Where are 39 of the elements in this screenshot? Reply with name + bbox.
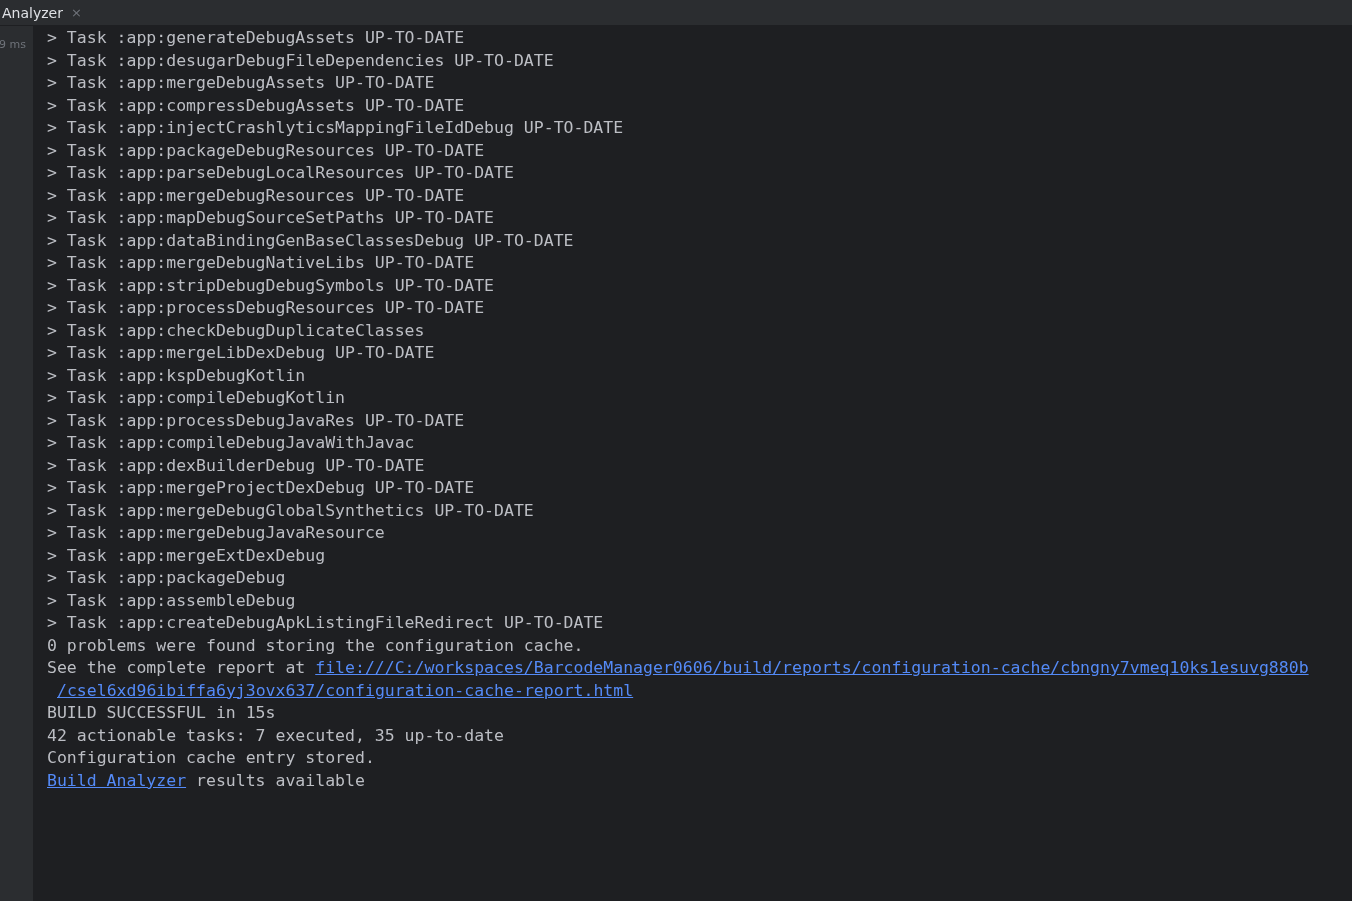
console-line: > Task :app:generateDebugAssets UP-TO-DATE — [47, 28, 465, 47]
console-line: > Task :app:packageDebug — [47, 568, 286, 587]
console-line: > Task :app:compileDebugJavaWithJavac — [47, 433, 415, 452]
console-line: > Task :app:checkDebugDuplicateClasses — [47, 320, 425, 340]
console-line: > Task :app:mergeProjectDexDebug UP-TO-DATE — [47, 478, 475, 497]
console-line: > Task :app:mergeLibDexDebug UP-TO-DATE — [47, 343, 435, 362]
console-line: > Task :app:mergeDebugAssets UP-TO-DATE — [47, 73, 435, 92]
console-line: > Task :app:stripDebugDebugSymbols UP-TO-DATE — [47, 275, 495, 295]
console-line: > Task :app:mergeDebugJavaResource — [47, 523, 385, 542]
console-line: > Task :app:packageDebugResources UP-TO-DATE — [47, 140, 485, 160]
console-line: > Task :app:injectCrashlyticsMappingFileIdDebug UP-TO-DATE — [47, 118, 624, 137]
console-line: > Task :app:mergeExtDexDebug — [47, 545, 326, 565]
console-line: BUILD SUCCESSFUL in 15s — [47, 703, 276, 722]
console-line: > Task :app:kspDebugKotlin — [47, 365, 306, 385]
console-line: 0 problems were found storing the configuration cache. — [47, 635, 584, 655]
console-line: > Task :app:mapDebugSourceSetPaths UP-TO-DATE — [47, 208, 495, 227]
console-line: > Task :app:createDebugApkListingFileRedirect UP-TO-DATE — [47, 613, 604, 632]
close-icon[interactable]: × — [70, 6, 82, 19]
console-line: > Task :app:mergeDebugResources UP-TO-DATE — [47, 185, 465, 205]
build-analyzer-link[interactable]: Build Analyzer — [47, 770, 187, 790]
console-line: > Task :app:dexBuilderDebug UP-TO-DATE — [47, 455, 425, 475]
console-line: 42 actionable tasks: 7 executed, 35 up-to-date — [47, 725, 504, 745]
report-link[interactable]: /csel6xd96ibiffa6yj3ovx637/configuration-cache-report.html — [57, 680, 634, 700]
console-line: > Task :app:dataBindingGenBaseClassesDebug UP-TO-DATE — [47, 230, 574, 250]
report-link[interactable]: file:///C:/workspaces/BarcodeManager0606/build/reports/configuration-cache/cbngny7vmeq10ks1esuvg880b — [315, 658, 1309, 677]
console-line: > Task :app:mergeDebugNativeLibs UP-TO-DATE — [47, 253, 475, 272]
console-line: > Task :app:desugarDebugFileDependencies UP-TO-DATE — [47, 50, 554, 70]
console-line: > Task :app:assembleDebug — [47, 590, 296, 610]
console-line: results available — [196, 770, 365, 790]
console-line: > Task :app:mergeDebugGlobalSynthetics UP-TO-DATE — [47, 500, 534, 520]
console-line: > Task :app:compileDebugKotlin — [47, 388, 345, 407]
analyzer-tab[interactable]: Analyzer × — [0, 0, 90, 25]
console-line: Configuration cache entry stored. — [47, 748, 375, 767]
console-line: > Task :app:parseDebugLocalResources UP-TO-DATE — [47, 163, 514, 182]
console-line: > Task :app:compressDebugAssets UP-TO-DATE — [47, 95, 465, 115]
console-line: See the complete report at — [47, 658, 306, 677]
duration-label: 9 ms — [0, 38, 26, 51]
console-line: > Task :app:processDebugJavaRes UP-TO-DATE — [47, 410, 465, 430]
console-line: > Task :app:processDebugResources UP-TO-DATE — [47, 298, 485, 317]
